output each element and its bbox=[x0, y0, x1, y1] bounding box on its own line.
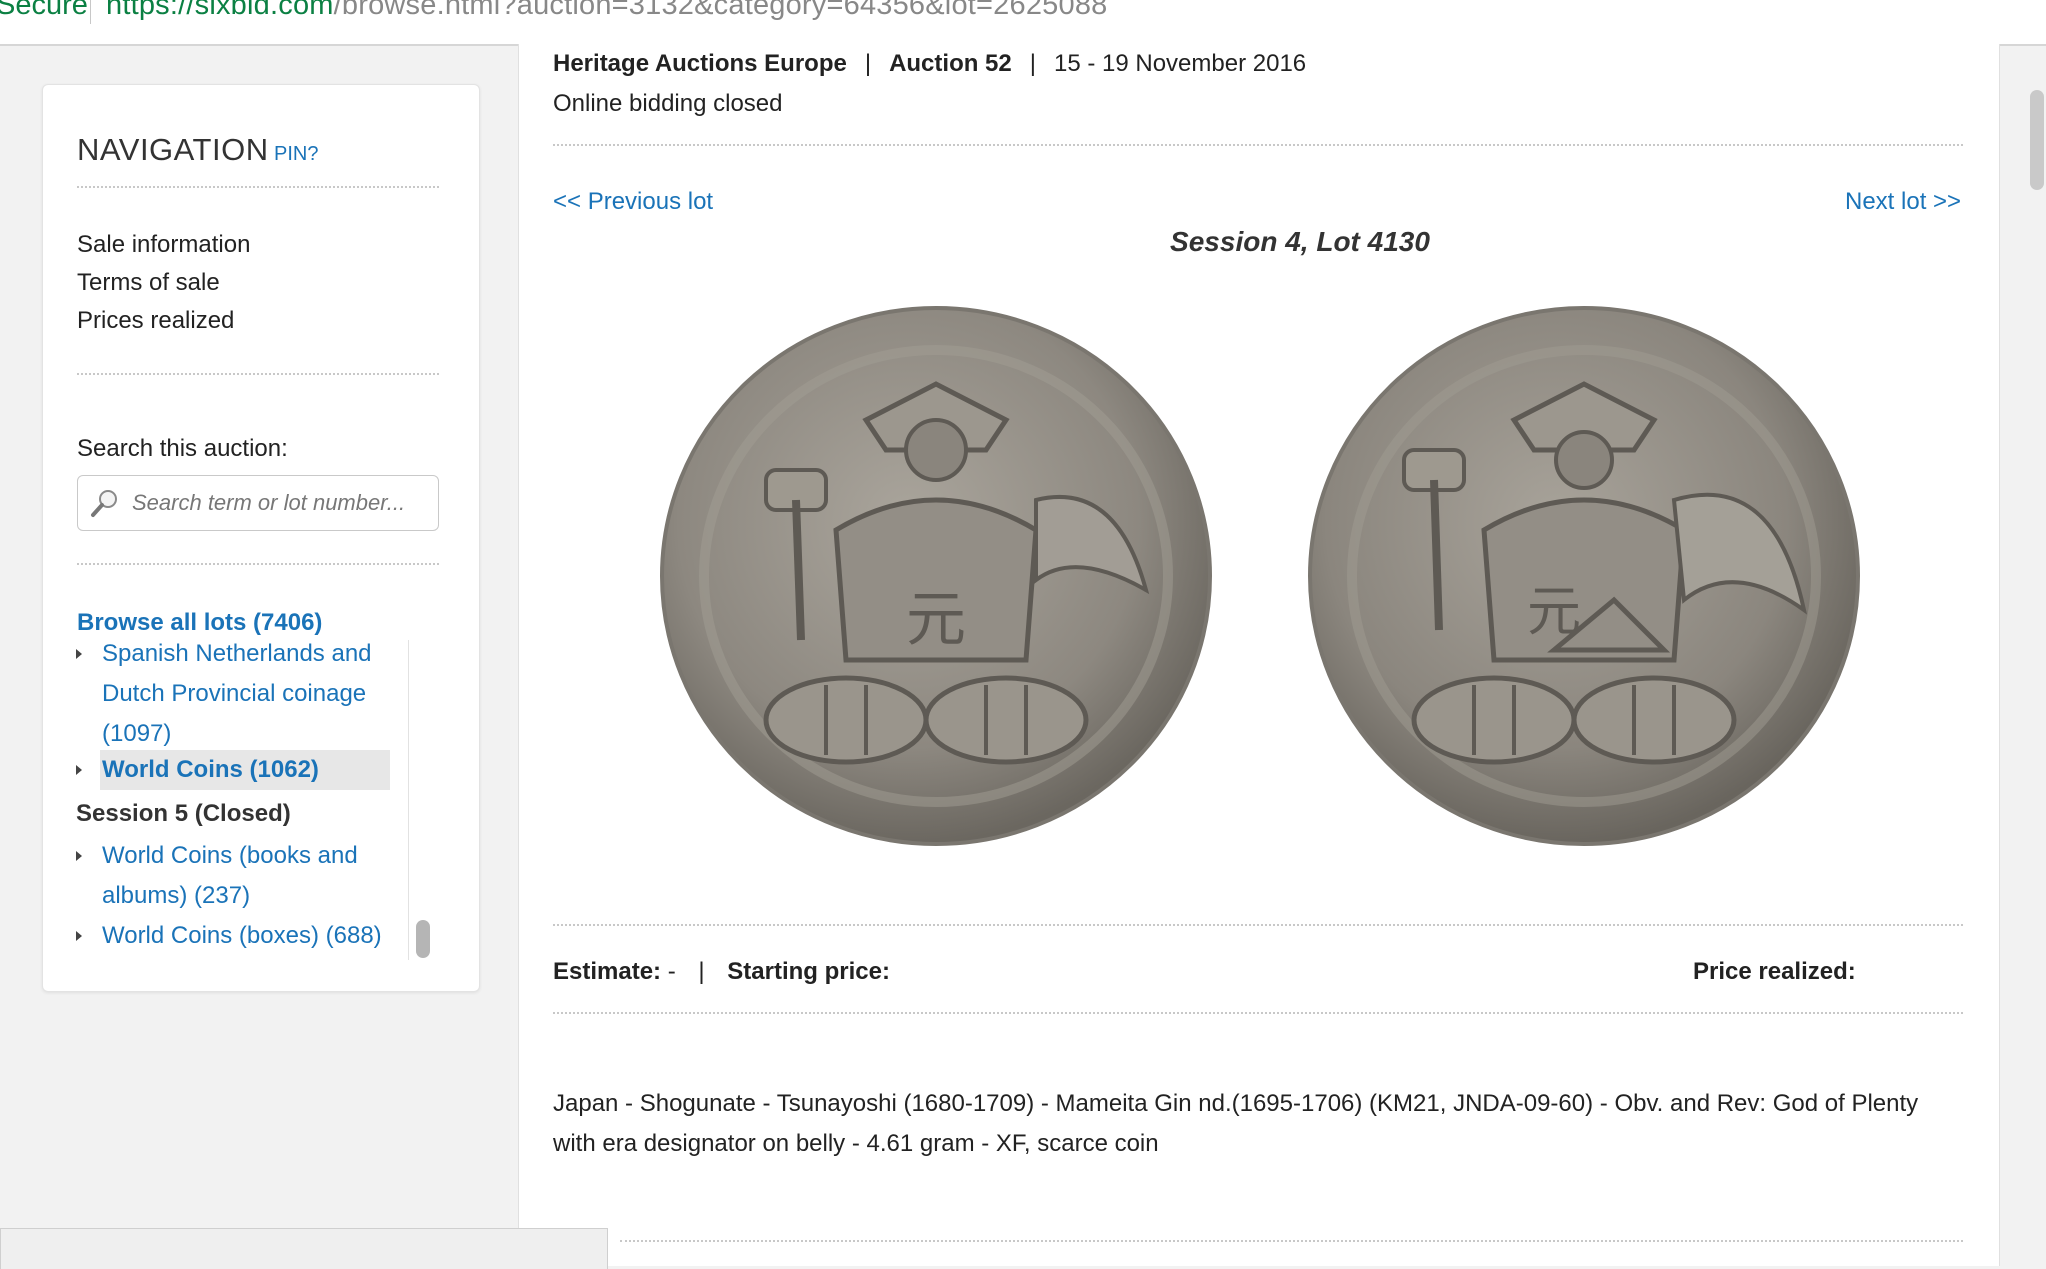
previous-lot-link[interactable]: << Previous lot bbox=[553, 188, 713, 216]
svg-text:元: 元 bbox=[1527, 580, 1581, 643]
pipe-separator: | bbox=[698, 958, 705, 985]
search-box[interactable] bbox=[77, 475, 439, 531]
bullet-icon bbox=[76, 931, 82, 941]
category-scroll-track[interactable] bbox=[408, 640, 410, 960]
address-separator bbox=[90, 0, 91, 24]
browse-all-lots-link[interactable]: Browse all lots (7406) bbox=[77, 609, 322, 637]
category-scroll-thumb[interactable] bbox=[416, 920, 430, 958]
category-label: World Coins (1062) bbox=[102, 756, 319, 783]
page-scrollbar-thumb[interactable] bbox=[2030, 90, 2044, 190]
divider bbox=[553, 144, 1963, 146]
bullet-icon bbox=[76, 851, 82, 861]
estimate-label: Estimate: bbox=[553, 958, 662, 985]
bullet-icon bbox=[76, 649, 82, 659]
category-label: Spanish Netherlands and Dutch Provincial… bbox=[102, 640, 372, 747]
divider bbox=[553, 1012, 1963, 1014]
auction-house: Heritage Auctions Europe bbox=[553, 50, 847, 77]
browser-address-bar[interactable]: Secure https://sixbid.com/browse.html?au… bbox=[0, 0, 2046, 46]
auction-name: Auction 52 bbox=[889, 50, 1012, 77]
url-path: /browse.html?auction=3132&category=64356… bbox=[333, 0, 1108, 21]
category-list: Spanish Netherlands and Dutch Provincial… bbox=[76, 634, 396, 954]
lot-title: Session 4, Lot 4130 bbox=[1170, 226, 1430, 257]
lot-description: Japan - Shogunate - Tsunayoshi (1680-170… bbox=[553, 1084, 1973, 1164]
estimate-value: - bbox=[667, 958, 676, 985]
auction-header: Heritage Auctions Europe | Auction 52 | 15 -… bbox=[553, 50, 1307, 77]
pin-link[interactable]: PIN? bbox=[274, 143, 318, 166]
divider bbox=[620, 1240, 1963, 1242]
price-realized-label: Price realized: bbox=[1693, 958, 1856, 985]
secure-label: Secure bbox=[0, 0, 88, 21]
price-realized-row: Price realized: bbox=[1693, 958, 1856, 986]
category-label: World Coins (books and albums) (237) bbox=[102, 842, 358, 909]
session-5-heading: Session 5 (Closed) bbox=[76, 800, 291, 827]
coin-reverse-image[interactable]: 元 bbox=[1304, 300, 1864, 860]
search-input[interactable] bbox=[130, 486, 430, 520]
search-label: Search this auction: bbox=[77, 435, 288, 462]
navigation-title: NAVIGATION bbox=[77, 132, 269, 167]
description-line-1: Japan - Shogunate - Tsunayoshi (1680-170… bbox=[553, 1090, 1919, 1117]
estimate-row: Estimate: - | Starting price: bbox=[553, 958, 890, 986]
coin-obverse-image[interactable]: 元 bbox=[656, 300, 1216, 860]
next-lot-link[interactable]: Next lot >> bbox=[1845, 188, 1961, 216]
starting-price-label: Starting price: bbox=[727, 958, 890, 985]
svg-text:元: 元 bbox=[906, 585, 966, 655]
bullet-icon bbox=[76, 765, 82, 775]
sale-information-link[interactable]: Sale information bbox=[77, 231, 250, 259]
description-line-2: with era designator on belly - 4.61 gram… bbox=[553, 1130, 1159, 1157]
status-bar bbox=[0, 1228, 608, 1269]
bidding-status: Online bidding closed bbox=[553, 90, 783, 117]
terms-of-sale-link[interactable]: Terms of sale bbox=[77, 269, 220, 297]
prices-realized-link[interactable]: Prices realized bbox=[77, 307, 234, 335]
divider bbox=[77, 373, 439, 375]
auction-dates: 15 - 19 November 2016 bbox=[1053, 50, 1307, 77]
url-text[interactable]: https://sixbid.com/browse.html?auction=3… bbox=[106, 0, 1107, 22]
divider bbox=[77, 186, 439, 188]
divider bbox=[77, 563, 439, 565]
divider bbox=[553, 924, 1963, 926]
search-icon bbox=[91, 490, 117, 517]
url-host: https://sixbid.com bbox=[106, 0, 334, 21]
category-label: World Coins (boxes) (688) bbox=[102, 922, 382, 949]
